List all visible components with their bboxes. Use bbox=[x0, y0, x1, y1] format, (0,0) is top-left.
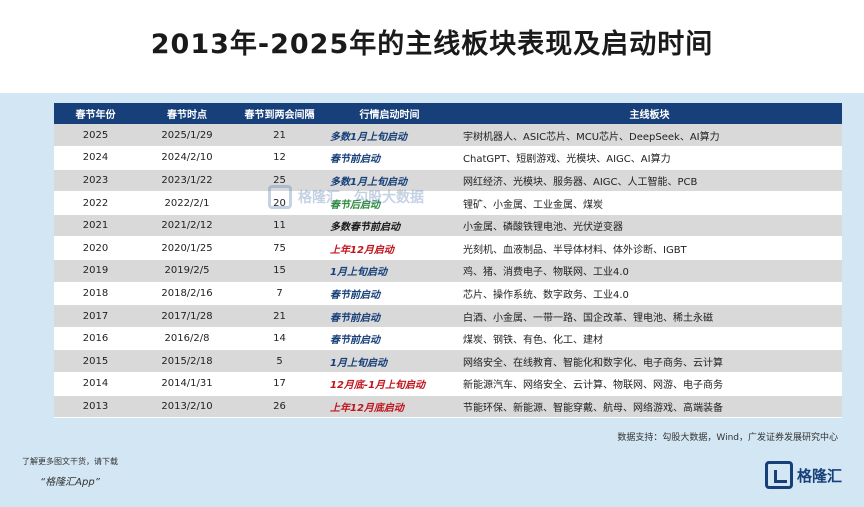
table-row: 2019 2019/2/5 15 1月上旬启动 鸡、猪、消费电子、物联网、工业4.0 bbox=[54, 259, 842, 283]
cell-gap: 15 bbox=[237, 259, 322, 283]
content-panel: 春节年份 春节时点 春节到两会间隔 行情启动时间 主线板块 2025 2025/1… bbox=[0, 93, 864, 507]
cell-year: 2019 bbox=[54, 259, 137, 283]
cell-start-timing: 春节前启动 bbox=[322, 327, 457, 351]
cell-start-timing: 多数春节前启动 bbox=[322, 214, 457, 238]
cell-main-sectors: 光刻机、血液制品、半导体材料、体外诊断、IGBT bbox=[457, 236, 842, 261]
cell-main-sectors: 鸡、猪、消费电子、物联网、工业4.0 bbox=[457, 259, 842, 283]
cell-gap: 7 bbox=[237, 282, 322, 306]
cell-year: 2020 bbox=[54, 236, 137, 261]
cell-gap: 12 bbox=[237, 146, 322, 170]
cell-spring-date: 2020/1/25 bbox=[137, 236, 237, 261]
table-row: 2017 2017/1/28 21 春节前启动 白酒、小金属、一带一路、国企改革、锂电池… bbox=[54, 304, 842, 328]
table-body: 2025 2025/1/29 21 多数1月上旬启动 宇树机器人、ASIC芯片、MCU芯… bbox=[54, 124, 842, 419]
cell-gap: 17 bbox=[237, 372, 322, 396]
cell-year: 2021 bbox=[54, 214, 137, 238]
cell-main-sectors: ChatGPT、短剧游戏、光模块、AIGC、AI算力 bbox=[457, 146, 842, 170]
cell-gap: 20 bbox=[237, 191, 322, 215]
cell-start-timing: 多数1月上旬启动 bbox=[322, 124, 457, 148]
table-header-row: 春节年份 春节时点 春节到两会间隔 行情启动时间 主线板块 bbox=[54, 103, 842, 124]
cell-gap: 21 bbox=[237, 304, 322, 328]
cell-main-sectors: 锂矿、小金属、工业金属、煤炭 bbox=[457, 191, 842, 215]
cell-year: 2022 bbox=[54, 191, 137, 215]
cell-start-timing: 上年12月启动 bbox=[322, 236, 457, 261]
cell-main-sectors: 新能源汽车、网络安全、云计算、物联网、网游、电子商务 bbox=[457, 372, 842, 396]
cell-spring-date: 2021/2/12 bbox=[137, 214, 237, 238]
cell-start-timing: 12月底-1月上旬启动 bbox=[322, 372, 457, 396]
cell-start-timing: 1月上旬启动 bbox=[322, 349, 457, 374]
cell-year: 2013 bbox=[54, 395, 137, 419]
cell-gap: 21 bbox=[237, 124, 322, 148]
cell-year: 2024 bbox=[54, 146, 137, 170]
page-title: 2013年-2025年的主线板块表现及启动时间 bbox=[150, 29, 714, 60]
data-source: 数据支持：勾股大数据，Wind，广发证券发展研究中心 bbox=[617, 433, 838, 443]
cell-spring-date: 2023/1/22 bbox=[137, 169, 237, 193]
table-row: 2020 2020/1/25 75 上年12月启动 光刻机、血液制品、半导体材料、体外诊… bbox=[54, 236, 842, 261]
cell-year: 2018 bbox=[54, 282, 137, 306]
brand-logo-text: 格隆汇 bbox=[796, 466, 842, 485]
cell-gap: 26 bbox=[237, 395, 322, 419]
mainline-sectors-table: 春节年份 春节时点 春节到两会间隔 行情启动时间 主线板块 2025 2025/1… bbox=[54, 103, 842, 419]
table-row: 2023 2023/1/22 25 多数1月上旬启动 网红经济、光模块、服务器、AIGC… bbox=[54, 169, 842, 193]
cell-start-timing: 春节前启动 bbox=[322, 146, 457, 170]
table-row: 2018 2018/2/16 7 春节前启动 芯片、操作系统、数字政务、工业4.0 bbox=[54, 282, 842, 306]
table-row: 2016 2016/2/8 14 春节前启动 煤炭、钢铁、有色、化工、建材 bbox=[54, 327, 842, 351]
brand-logo-icon bbox=[764, 461, 793, 489]
cell-main-sectors: 网红经济、光模块、服务器、AIGC、人工智能、PCB bbox=[457, 169, 842, 193]
footer-app-name: “格隆汇App” bbox=[40, 477, 100, 488]
cell-spring-date: 2013/2/10 bbox=[137, 395, 237, 419]
cell-main-sectors: 芯片、操作系统、数字政务、工业4.0 bbox=[457, 282, 842, 306]
cell-spring-date: 2014/1/31 bbox=[137, 372, 237, 396]
cell-start-timing: 多数1月上旬启动 bbox=[322, 169, 457, 193]
table-row: 2014 2014/1/31 17 12月底-1月上旬启动 新能源汽车、网络安全、云计算… bbox=[54, 372, 842, 396]
cell-spring-date: 2019/2/5 bbox=[137, 259, 237, 283]
cell-gap: 5 bbox=[237, 349, 322, 374]
cell-spring-date: 2015/2/18 bbox=[137, 349, 237, 374]
cell-main-sectors: 煤炭、钢铁、有色、化工、建材 bbox=[457, 327, 842, 351]
footer-note: 了解更多图文干货，请下载 bbox=[22, 457, 118, 466]
cell-year: 2014 bbox=[54, 372, 137, 396]
cell-year: 2015 bbox=[54, 349, 137, 374]
header-spring-date: 春节时点 bbox=[137, 103, 237, 124]
cell-start-timing: 春节前启动 bbox=[322, 304, 457, 328]
cell-main-sectors: 白酒、小金属、一带一路、国企改革、锂电池、稀土永磁 bbox=[457, 304, 842, 328]
cell-gap: 14 bbox=[237, 327, 322, 351]
cell-gap: 11 bbox=[237, 214, 322, 238]
cell-start-timing: 春节前启动 bbox=[322, 282, 457, 306]
cell-year: 2023 bbox=[54, 169, 137, 193]
cell-gap: 75 bbox=[237, 236, 322, 261]
cell-main-sectors: 小金属、磷酸铁锂电池、光伏逆变器 bbox=[457, 214, 842, 238]
cell-spring-date: 2016/2/8 bbox=[137, 327, 237, 351]
cell-spring-date: 2025/1/29 bbox=[137, 124, 237, 148]
cell-year: 2025 bbox=[54, 124, 137, 148]
table-row: 2015 2015/2/18 5 1月上旬启动 网络安全、在线教育、智能化和数字化、电子… bbox=[54, 349, 842, 374]
header-start-timing: 行情启动时间 bbox=[322, 103, 457, 124]
cell-gap: 25 bbox=[237, 169, 322, 193]
cell-main-sectors: 网络安全、在线教育、智能化和数字化、电子商务、云计算 bbox=[457, 349, 842, 374]
table-row: 2025 2025/1/29 21 多数1月上旬启动 宇树机器人、ASIC芯片、MCU芯… bbox=[54, 124, 842, 148]
table-row: 2013 2013/2/10 26 上年12月底启动 节能环保、新能源、智能穿戴、航母、… bbox=[54, 395, 842, 419]
header-main-sectors: 主线板块 bbox=[457, 103, 842, 124]
cell-start-timing: 1月上旬启动 bbox=[322, 259, 457, 283]
brand-logo: 格隆汇 bbox=[764, 460, 842, 490]
cell-spring-date: 2022/2/1 bbox=[137, 191, 237, 215]
cell-start-timing: 春节后启动 bbox=[322, 191, 457, 215]
header-spring-year: 春节年份 bbox=[54, 103, 137, 124]
cell-year: 2016 bbox=[54, 327, 137, 351]
table-row: 2022 2022/2/1 20 春节后启动 锂矿、小金属、工业金属、煤炭 bbox=[54, 191, 842, 215]
table-row: 2024 2024/2/10 12 春节前启动 ChatGPT、短剧游戏、光模块、AIG… bbox=[54, 146, 842, 170]
cell-year: 2017 bbox=[54, 304, 137, 328]
table-row: 2021 2021/2/12 11 多数春节前启动 小金属、磷酸铁锂电池、光伏逆变器 bbox=[54, 214, 842, 238]
header-gap: 春节到两会间隔 bbox=[237, 103, 322, 124]
cell-spring-date: 2017/1/28 bbox=[137, 304, 237, 328]
cell-main-sectors: 宇树机器人、ASIC芯片、MCU芯片、DeepSeek、AI算力 bbox=[457, 124, 842, 148]
cell-spring-date: 2024/2/10 bbox=[137, 146, 237, 170]
cell-start-timing: 上年12月底启动 bbox=[322, 395, 457, 419]
cell-main-sectors: 节能环保、新能源、智能穿戴、航母、网络游戏、高端装备 bbox=[457, 395, 842, 419]
cell-spring-date: 2018/2/16 bbox=[137, 282, 237, 306]
